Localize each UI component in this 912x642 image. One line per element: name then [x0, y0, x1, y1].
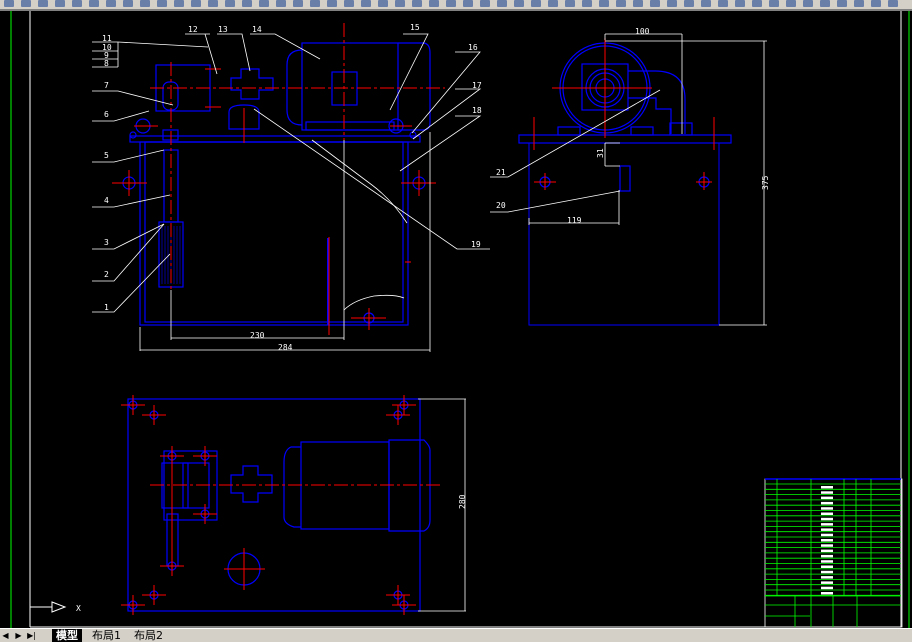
- bom-cell-text: [821, 528, 833, 531]
- dim-31: 31: [596, 148, 605, 158]
- dim-280: 280: [458, 494, 467, 509]
- dim-119: 119: [567, 216, 582, 225]
- balloon-4: 4: [104, 196, 109, 205]
- balloon-20: 20: [496, 201, 506, 210]
- bom-cell-text: [821, 554, 833, 558]
- model-space: [0, 11, 912, 628]
- balloon-1: 1: [104, 303, 109, 312]
- tab-first-icon[interactable]: ◀: [0, 629, 11, 642]
- layout-tab-bar: ◀ ▶ ▶| 模型 布局1 布局2: [0, 628, 912, 642]
- balloon-5: 5: [104, 151, 109, 160]
- dim-100: 100: [635, 27, 650, 36]
- bom-cell-text: [821, 570, 833, 574]
- bom-cell-text: [821, 592, 833, 595]
- bom-cell-text: [821, 496, 833, 500]
- balloon-8: 8: [104, 59, 109, 68]
- balloon-18: 18: [472, 106, 482, 115]
- bom-cell-text: [821, 539, 833, 542]
- dim-284: 284: [278, 343, 293, 352]
- balloon-17: 17: [472, 81, 482, 90]
- drawing-canvas[interactable]: 11 10 9 8 7 6 5 4 3 2 1 12 13 14 15 16 1…: [0, 0, 912, 628]
- bom-cell-text: [821, 517, 833, 521]
- tab-layout2[interactable]: 布局2: [130, 629, 167, 642]
- bom-cell-text: [821, 491, 833, 494]
- bom-cell-text: [821, 507, 833, 510]
- balloon-3: 3: [104, 238, 109, 247]
- bom-cell-text: [821, 523, 833, 526]
- bom-cell-text: [821, 581, 833, 584]
- bom-cell-text: [821, 549, 833, 553]
- balloon-13: 13: [218, 25, 228, 34]
- balloon-12: 12: [188, 25, 198, 34]
- tab-model[interactable]: 模型: [52, 629, 82, 642]
- bom-cell-text: [821, 565, 833, 568]
- bom-cell-text: [821, 512, 833, 515]
- balloon-7: 7: [104, 81, 109, 90]
- balloon-19: 19: [471, 240, 481, 249]
- bom-cell-text: [821, 501, 833, 505]
- balloon-2: 2: [104, 270, 109, 279]
- bom-cell-text: [821, 486, 833, 489]
- bom-cell-text: [821, 544, 833, 547]
- tab-next-icon[interactable]: ▶: [13, 629, 24, 642]
- balloon-14: 14: [252, 25, 262, 34]
- dim-230: 230: [250, 331, 265, 340]
- bom-cell-text: [821, 533, 833, 537]
- bom-cell-text: [821, 586, 833, 590]
- tab-layout1[interactable]: 布局1: [88, 629, 125, 642]
- bom-cell-text: [821, 576, 833, 579]
- balloon-11: 11: [102, 34, 112, 43]
- balloon-15: 15: [410, 23, 420, 32]
- ucs-x-label: X: [76, 604, 81, 613]
- bom-cell-text: [821, 560, 833, 563]
- balloon-21: 21: [496, 168, 506, 177]
- balloon-6: 6: [104, 110, 109, 119]
- tab-last-icon[interactable]: ▶|: [26, 629, 37, 642]
- dim-375: 375: [761, 175, 770, 190]
- balloon-16: 16: [468, 43, 478, 52]
